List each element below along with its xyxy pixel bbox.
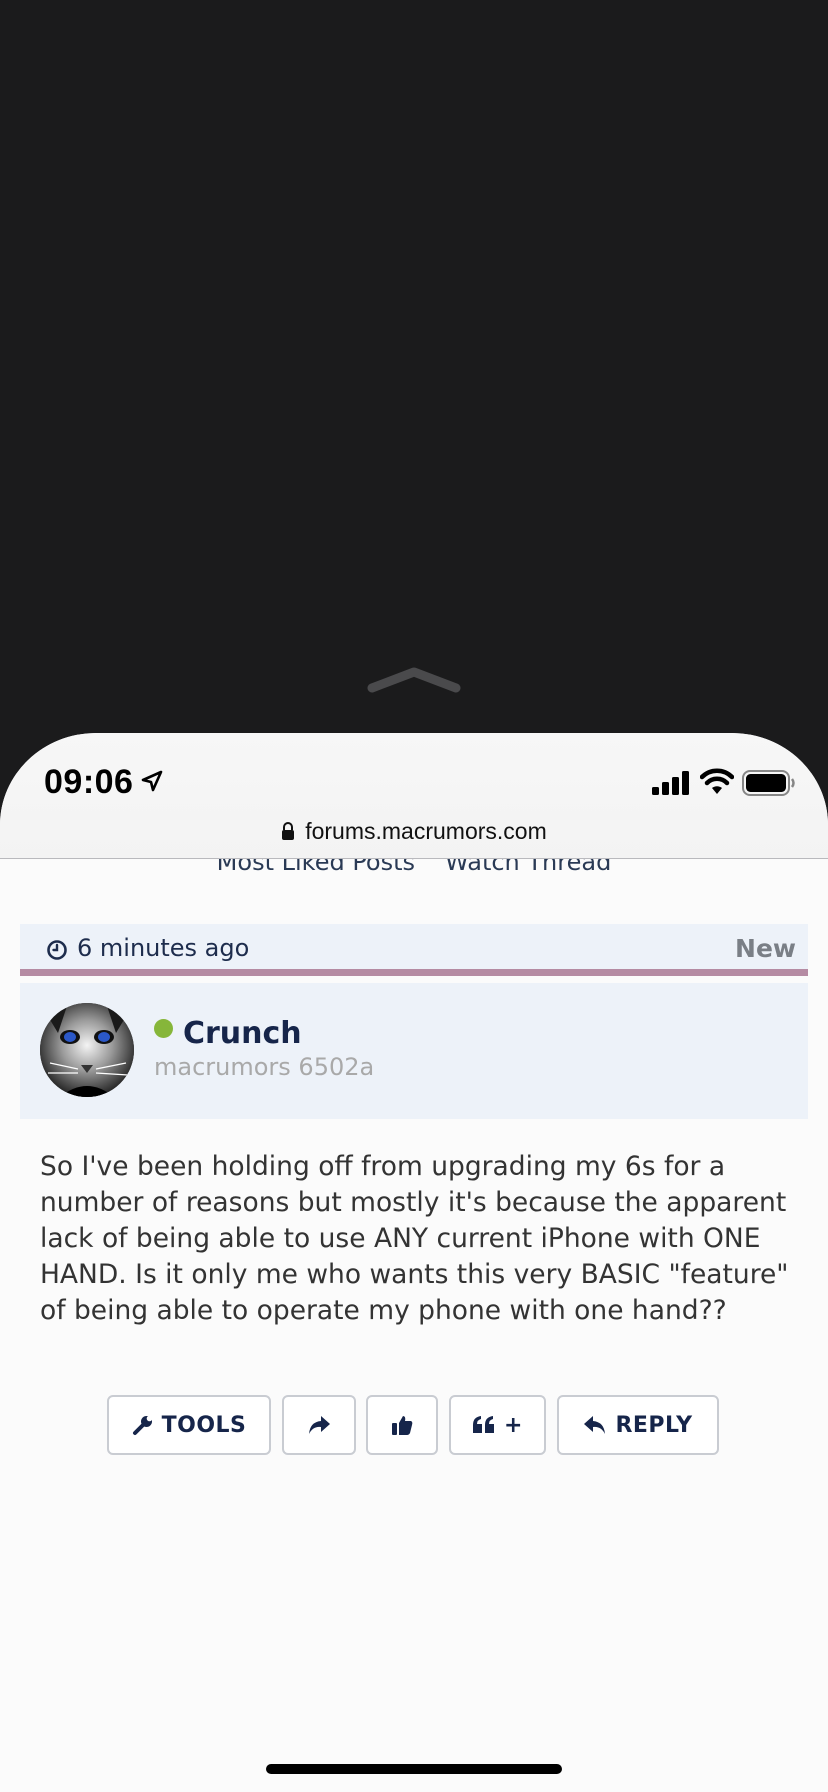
wifi-icon [700, 768, 734, 794]
battery-icon [742, 770, 795, 796]
reachability-area[interactable] [0, 0, 828, 733]
author-box: Crunch macrumors 6502a [20, 983, 808, 1119]
tools-button[interactable]: TOOLS [107, 1395, 271, 1455]
status-time: 09:06 [44, 763, 134, 801]
status-bar: 09:06 forums.macrumors.com [0, 733, 828, 859]
share-icon [309, 1416, 330, 1434]
quote-icon [473, 1416, 495, 1433]
post-time[interactable]: 6 minutes ago [77, 934, 249, 962]
avatar[interactable] [40, 1003, 134, 1097]
address-bar[interactable]: forums.macrumors.com [0, 813, 828, 849]
post-actions: TOOLS + REPLY [107, 1395, 721, 1455]
cat-avatar-image [40, 1003, 134, 1097]
chevron-up-icon[interactable] [366, 664, 462, 694]
home-indicator[interactable] [266, 1764, 562, 1774]
url-text: forums.macrumors.com [305, 817, 547, 844]
author-name[interactable]: Crunch [183, 1016, 302, 1051]
lock-icon [282, 822, 295, 840]
tools-label: TOOLS [161, 1412, 247, 1438]
clock-icon [47, 940, 67, 960]
reply-button[interactable]: REPLY [557, 1395, 719, 1455]
post-body: So I've been holding off from upgrading … [40, 1151, 789, 1326]
signal-icon [652, 771, 689, 795]
multi-quote-label: + [504, 1412, 523, 1438]
author-title: macrumors 6502a [154, 1053, 375, 1081]
location-arrow-icon [141, 770, 163, 792]
thumbs-up-icon [392, 1416, 413, 1435]
share-button[interactable] [282, 1395, 356, 1455]
multi-quote-button[interactable]: + [449, 1395, 546, 1455]
wrench-icon [132, 1415, 152, 1435]
online-status-dot [154, 1019, 173, 1038]
reply-icon [584, 1416, 606, 1434]
like-button[interactable] [366, 1395, 438, 1455]
safari-sheet: Most Liked Posts Watch Thread 09:06 foru… [0, 733, 828, 1792]
post-meta: 6 minutes ago New [20, 924, 808, 976]
new-badge: New [735, 934, 796, 963]
reply-label: REPLY [615, 1412, 693, 1438]
